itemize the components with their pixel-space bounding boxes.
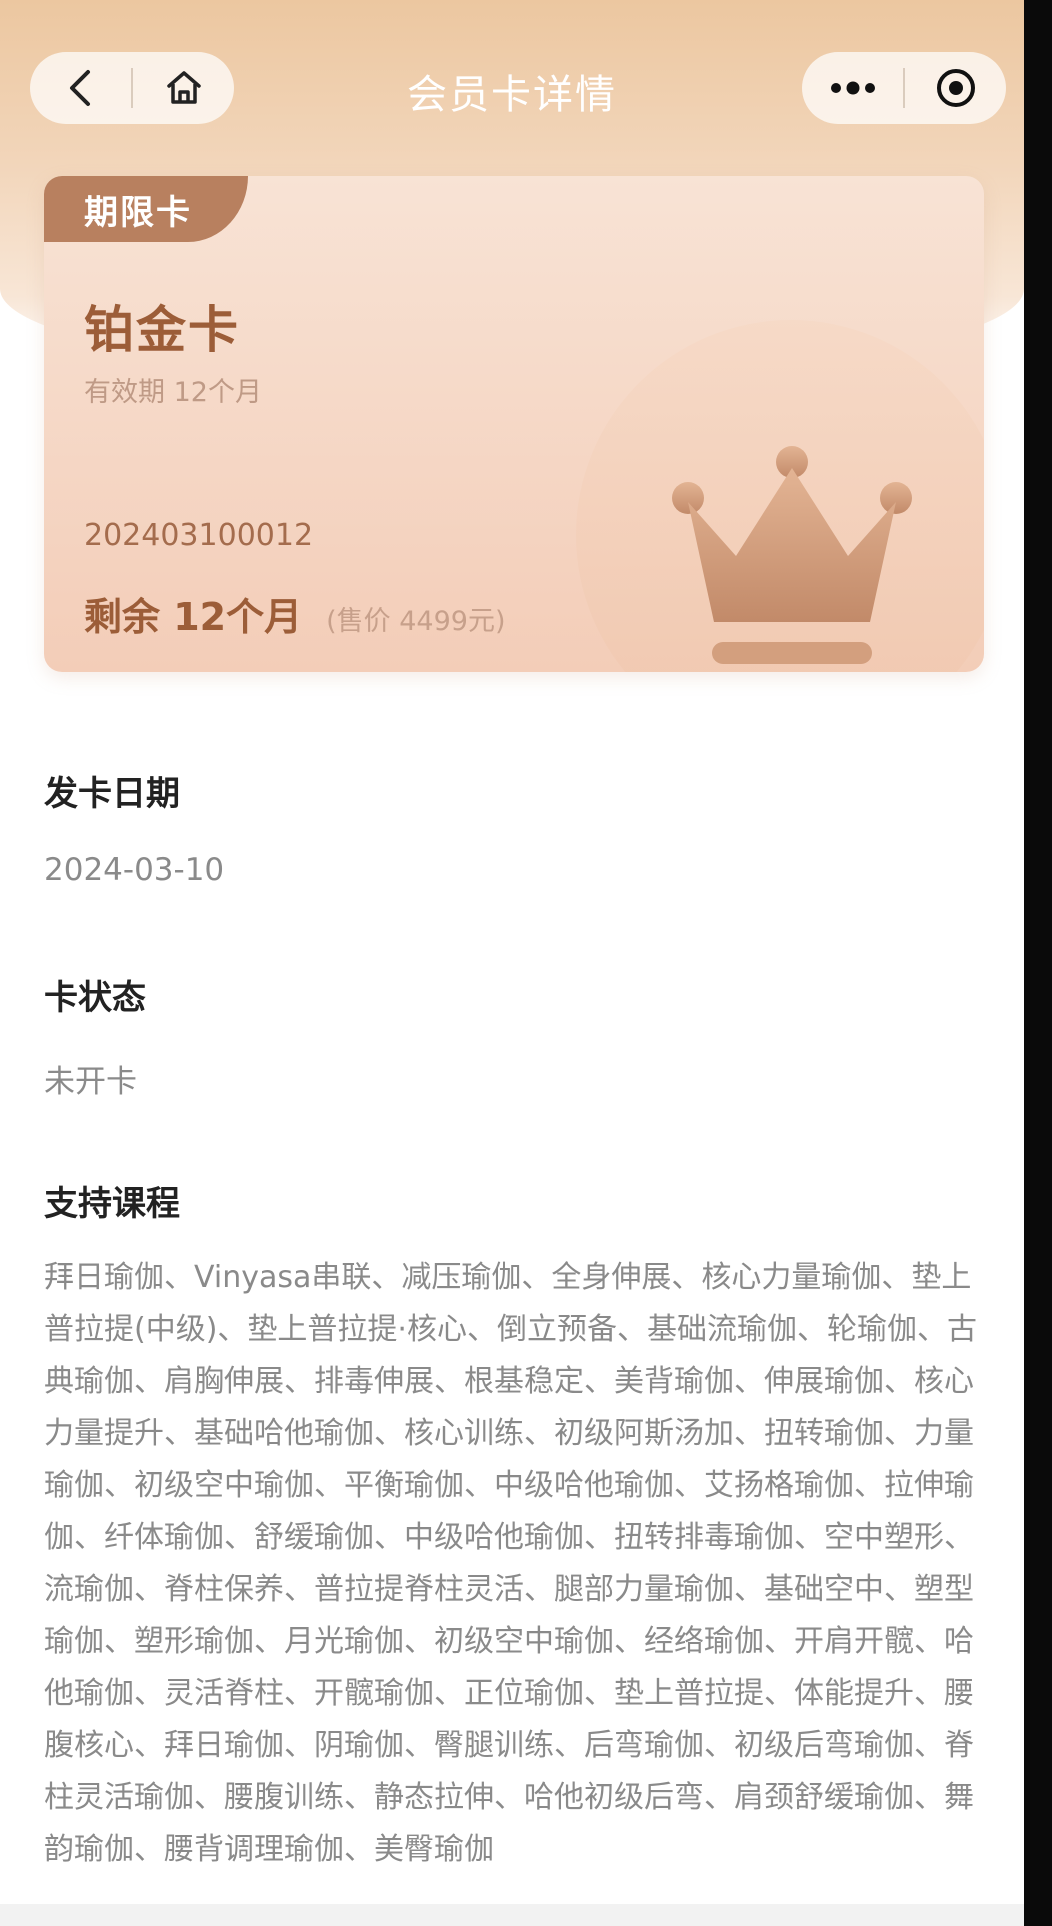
crown-icon	[672, 446, 912, 664]
screen-edge	[1024, 0, 1052, 1926]
screen: 会员卡详情 期限卡 铂金卡 有效期 12个月 202403100012 剩余 1…	[0, 0, 1052, 1926]
card-status-label: 卡状态	[44, 978, 146, 1018]
issue-date-label: 发卡日期	[44, 774, 180, 814]
remaining-months: 剩余 12个月	[84, 595, 303, 639]
courses-list: 拜日瑜伽、Vinyasa串联、减压瑜伽、全身伸展、核心力量瑜伽、垫上普拉提(中级…	[44, 1260, 977, 1867]
bottom-bar	[0, 1904, 1024, 1926]
card-status-value: 未开卡	[44, 1064, 137, 1100]
more-dots-icon	[830, 81, 875, 95]
courses-label: 支持课程	[44, 1184, 180, 1224]
card-type-tag: 期限卡	[44, 176, 248, 242]
nav-capsule-right	[802, 52, 1006, 124]
card-name: 铂金卡	[84, 301, 240, 359]
issue-date-value: 2024-03-10	[44, 852, 225, 888]
target-circle-icon	[936, 69, 975, 107]
more-button[interactable]	[802, 52, 903, 124]
membership-card[interactable]: 期限卡 铂金卡 有效期 12个月 202403100012 剩余 12个月 (售…	[44, 176, 984, 672]
sale-price: (售价 4499元)	[326, 606, 506, 637]
card-number: 202403100012	[84, 518, 314, 553]
card-remaining: 剩余 12个月 (售价 4499元)	[84, 586, 506, 641]
card-validity: 有效期 12个月	[84, 377, 262, 408]
close-miniprogram-button[interactable]	[905, 52, 1006, 124]
